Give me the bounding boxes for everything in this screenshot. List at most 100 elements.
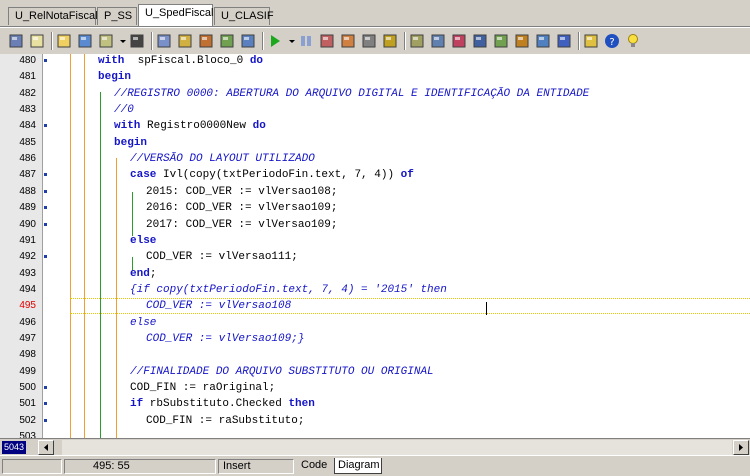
code-line[interactable]: 491 else [0,233,750,249]
options-icon[interactable] [430,33,446,49]
scroll-left-button[interactable] [38,440,54,455]
code-line[interactable]: 481 begin [0,69,750,85]
code-text: COD_VER := vlVersao108 [146,298,291,314]
code-line[interactable]: 496 else [0,315,750,331]
code-line[interactable]: 498 [0,347,750,363]
code-token: of [400,169,414,182]
tab-p-ss[interactable]: P_SS [97,7,137,25]
run-dropdown-icon[interactable] [288,33,296,49]
run-icon[interactable] [267,33,283,49]
tip-icon[interactable] [625,33,641,49]
code-token: do [249,55,264,67]
breakpoint-marker[interactable] [44,59,47,62]
toolbar-separator [262,32,264,50]
add-file-icon[interactable] [451,33,467,49]
database-icon[interactable] [493,33,509,49]
project-icon[interactable] [409,33,425,49]
dropdown-icon[interactable] [119,33,127,49]
code-line[interactable]: 499 //FINALIDADE DO ARQUIVO SUBSTITUTO OU… [0,364,750,380]
help-icon[interactable]: ? [604,33,620,49]
code-token: Ivl(copy(txtPeriodoFin.text, 7, 4)) [156,169,401,182]
code-line[interactable]: 484 with Registro0000New do [0,118,750,134]
breakpoint-marker[interactable] [44,206,47,210]
toolbar-separator [151,32,153,50]
scroll-track[interactable] [62,440,732,455]
horizontal-scrollbar[interactable]: 5043 [0,438,750,456]
code-line[interactable]: 501 if rbSubstituto.Checked then [0,396,750,412]
stop-icon[interactable] [129,33,145,49]
code-token: //0 [114,104,134,117]
trace-into-icon[interactable] [319,33,335,49]
view-tab-code[interactable]: Code [298,458,332,474]
save-icon[interactable] [77,33,93,49]
code-line[interactable]: 497 COD_VER := vlVersao109;} [0,331,750,347]
breakpoint-marker[interactable] [44,173,47,177]
svg-text:?: ? [609,37,614,48]
code-line[interactable]: 490 2017: COD_VER := vlVersao109; [0,217,750,233]
code-line[interactable]: 493 end; [0,266,750,282]
code-token: //VERSÃO DO LAYOUT UTILIZADO [130,153,315,166]
scroll-right-button[interactable] [733,440,749,455]
compile-icon[interactable] [198,33,214,49]
view-tab-diagram[interactable]: Diagram [334,458,382,474]
code-text: begin [114,135,147,151]
line-number: 498 [19,349,36,361]
breakpoint-marker[interactable] [44,418,47,422]
line-number: 492 [19,251,36,263]
pause-icon[interactable] [298,33,314,49]
code-token: if [130,398,144,411]
tab-u-spedfiscal[interactable]: U_SpedFiscal [138,4,213,26]
code-token: begin [98,71,132,84]
tab-u-relnotafiscal[interactable]: U_RelNotaFiscal [8,7,98,25]
remove-file-icon[interactable] [472,33,488,49]
code-line[interactable]: 483 //0 [0,102,750,118]
code-line[interactable]: 482 //REGISTRO 0000: ABERTURA DO ARQUIVO … [0,86,750,102]
view-units-icon[interactable] [98,33,114,49]
code-line[interactable]: 500 COD_FIN := raOriginal; [0,380,750,396]
check-icon[interactable] [219,33,235,49]
code-line[interactable]: 492 COD_VER := vlVersao111; [0,249,750,265]
code-line[interactable]: 495 COD_VER := vlVersao108 [0,298,750,315]
breakpoint-marker[interactable] [44,124,47,128]
code-line[interactable]: 488 2015: COD_VER := vlVersao108; [0,184,750,200]
toolbar-separator [51,32,53,50]
step-over-icon[interactable] [340,33,356,49]
save-all-icon[interactable] [156,33,172,49]
code-token: case [130,169,157,182]
code-line[interactable]: 494 {if copy(txtPeriodoFin.text, 7, 4) = … [0,282,750,298]
breakpoint-marker[interactable] [44,189,47,193]
code-token: with [98,55,125,67]
unit-list-icon[interactable] [556,33,572,49]
text-cursor [486,302,487,315]
component-icon[interactable] [382,33,398,49]
build-icon[interactable] [177,33,193,49]
form-list-icon[interactable] [535,33,551,49]
code-editor[interactable]: 480 with spFiscal.Bloco_0 do 481 begin 482 //… [0,54,750,438]
code-line[interactable]: 502 COD_FIN := raSubstituto; [0,413,750,429]
code-line[interactable]: 485 begin [0,135,750,151]
new-unit-icon[interactable] [29,33,45,49]
code-line[interactable]: 487 case Ivl(copy(txtPeriodoFin.text, 7, … [0,167,750,183]
code-line[interactable]: 486 //VERSÃO DO LAYOUT UTILIZADO [0,151,750,167]
tab-u-clasif[interactable]: U_CLASIF [214,7,274,25]
code-token: COD_FIN := raOriginal; [130,382,276,394]
code-token: COD_VER := vlVersao108 [146,300,292,313]
breakpoint-marker[interactable] [44,386,47,389]
code-line[interactable]: 480 with spFiscal.Bloco_0 do [0,54,750,69]
open-icon[interactable] [56,33,72,49]
line-number: 480 [19,55,36,66]
code-text: COD_FIN := raSubstituto; [146,413,304,429]
toggle-form-unit-icon[interactable] [240,33,256,49]
code-line[interactable]: 503 [0,429,750,438]
run-to-cursor-icon[interactable] [361,33,377,49]
code-text: with Registro0000New do [114,118,266,134]
palette-icon[interactable] [583,33,599,49]
object-inspector-icon[interactable] [514,33,530,49]
breakpoint-marker[interactable] [44,222,47,226]
code-line[interactable]: 489 2016: COD_VER := vlVersao109; [0,200,750,216]
breakpoint-marker[interactable] [44,402,47,406]
breakpoint-marker[interactable] [44,255,47,259]
new-form-icon[interactable] [8,33,24,49]
code-text: 2015: COD_VER := vlVersao108; [146,184,337,200]
line-number: 497 [19,332,36,344]
